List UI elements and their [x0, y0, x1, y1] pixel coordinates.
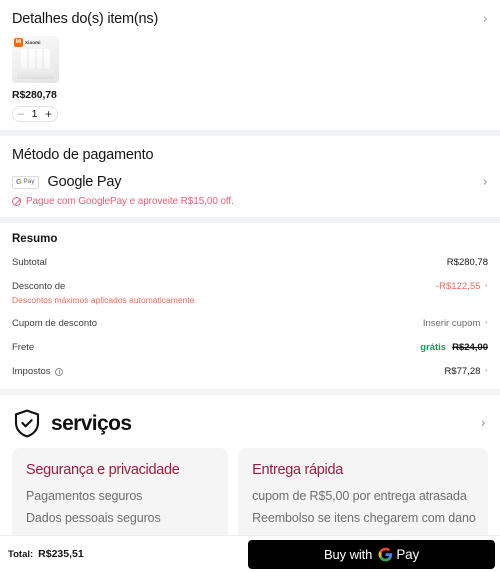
- product-block: Mi Xiaomi R$280,78 – 1 +: [0, 36, 500, 130]
- brand-badge: Mi Xiaomi: [14, 38, 41, 47]
- chevron-right-icon[interactable]: ›: [483, 13, 488, 26]
- summary-amount: R$77,28: [444, 366, 481, 377]
- item-details-section: Detalhes do(s) item(ns) › Mi Xiaomi R$28…: [0, 0, 500, 130]
- payment-promo-text: Pague com GooglePay e aproveite R$15,00 …: [26, 196, 234, 207]
- services-header[interactable]: serviços ›: [0, 395, 500, 448]
- checkout-screen: Detalhes do(s) item(ns) › Mi Xiaomi R$28…: [0, 0, 500, 572]
- summary-value[interactable]: R$77,28 ›: [444, 366, 488, 377]
- payment-promo-banner: Pague com GooglePay e aproveite R$15,00 …: [0, 190, 500, 217]
- checkout-footer-bar: Total: R$235,51 Buy with Pay: [0, 535, 500, 572]
- services-cards: Segurança e privacidade Pagamentos segur…: [0, 448, 500, 541]
- product-price: R$280,78: [12, 89, 57, 101]
- summary-amount: R$280,78: [446, 257, 488, 268]
- payment-method-title: Método de pagamento: [12, 147, 154, 163]
- buy-with-google-pay-button[interactable]: Buy with Pay: [248, 539, 495, 569]
- google-pay-word: Pay: [396, 546, 419, 562]
- product-thumbnail[interactable]: Mi Xiaomi: [12, 36, 59, 83]
- summary-row-subtotal: Subtotal R$280,78: [12, 257, 488, 268]
- discount-tag-icon: [12, 197, 21, 206]
- services-section: serviços › Segurança e privacidade Pagam…: [0, 395, 500, 541]
- chevron-right-icon[interactable]: ›: [484, 319, 488, 328]
- total-value: R$235,51: [38, 548, 84, 560]
- payment-method-left: G Pay Google Pay: [12, 174, 122, 190]
- service-card-line: Pagamentos seguros: [26, 489, 143, 503]
- summary-amount: -R$122,55: [436, 281, 481, 292]
- payment-method-header: Método de pagamento: [0, 136, 500, 172]
- services-title-group: serviços: [14, 409, 132, 438]
- chevron-right-icon[interactable]: ›: [483, 176, 488, 189]
- chevron-right-icon[interactable]: ›: [481, 417, 486, 430]
- google-g-letter: G: [16, 177, 22, 187]
- service-card-title: Segurança e privacidade: [26, 462, 180, 478]
- shipping-free-badge: grátis: [420, 342, 447, 353]
- summary-label: Cupom de desconto: [12, 318, 98, 329]
- quantity-value: 1: [31, 107, 38, 120]
- xiaomi-logo-icon: Mi: [14, 38, 23, 47]
- google-pay-icon: G Pay: [12, 175, 39, 189]
- summary-row-shipping: Frete grátis R$24,00: [12, 342, 488, 353]
- total-label: Total:: [8, 549, 34, 560]
- summary-label: Desconto de: [12, 281, 66, 292]
- item-details-header[interactable]: Detalhes do(s) item(ns) ›: [0, 0, 500, 36]
- quantity-stepper[interactable]: – 1 +: [12, 106, 58, 122]
- summary-sublabel: Descontos máximos aplicados automaticame…: [12, 295, 195, 305]
- services-title: serviços: [51, 411, 132, 435]
- increment-button[interactable]: +: [45, 108, 52, 120]
- service-card-delivery[interactable]: Entrega rápida cupom de R$5,00 por entre…: [238, 448, 488, 541]
- page-title: Detalhes do(s) item(ns): [12, 11, 159, 27]
- summary-heading: Resumo: [12, 233, 58, 245]
- google-pay-logo: Pay: [378, 547, 419, 562]
- decrement-button[interactable]: –: [18, 108, 24, 120]
- summary-section: Resumo Subtotal R$280,78 Desconto de Des…: [0, 223, 500, 389]
- summary-value[interactable]: Inserir cupom ›: [423, 318, 488, 329]
- payment-method-section: Método de pagamento G Pay Google Pay › P…: [0, 136, 500, 217]
- service-card-security[interactable]: Segurança e privacidade Pagamentos segur…: [12, 448, 229, 541]
- service-card-line: Dados pessoais seguros: [26, 511, 161, 525]
- shipping-original-price: R$24,00: [452, 342, 488, 353]
- summary-row-coupon[interactable]: Cupom de desconto Inserir cupom ›: [12, 318, 488, 329]
- chevron-right-icon[interactable]: ›: [484, 282, 488, 291]
- brand-name: Xiaomi: [25, 40, 41, 45]
- summary-value: grátis R$24,00: [420, 342, 488, 353]
- service-card-line: cupom de R$5,00 por entrega atrasada: [252, 489, 467, 503]
- product-image-shape: [21, 49, 50, 69]
- payment-method-row[interactable]: G Pay Google Pay ›: [0, 172, 500, 190]
- total-group: Total: R$235,51: [8, 548, 84, 560]
- summary-row-taxes[interactable]: Impostos R$77,28 ›: [12, 366, 488, 377]
- summary-value[interactable]: -R$122,55 ›: [436, 281, 488, 292]
- summary-value: R$280,78: [447, 257, 488, 268]
- google-g-icon: [378, 547, 393, 561]
- summary-row-discount[interactable]: Desconto de Descontos máximos aplicados …: [12, 281, 488, 305]
- product-image-base: [17, 70, 54, 79]
- service-card-line: Reembolso se itens chegarem com dano: [252, 511, 476, 525]
- chevron-right-icon[interactable]: ›: [484, 367, 488, 376]
- shield-check-icon: [14, 409, 40, 438]
- service-card-title: Entrega rápida: [252, 462, 343, 478]
- google-pay-word: Pay: [23, 177, 35, 185]
- payment-method-name: Google Pay: [47, 174, 122, 190]
- summary-label: Subtotal: [12, 257, 47, 268]
- info-icon[interactable]: [54, 367, 63, 376]
- summary-label: Impostos: [12, 366, 51, 377]
- summary-label: Frete: [12, 342, 35, 353]
- insert-coupon-link[interactable]: Inserir cupom: [423, 318, 481, 329]
- buy-button-label: Buy with: [323, 546, 373, 562]
